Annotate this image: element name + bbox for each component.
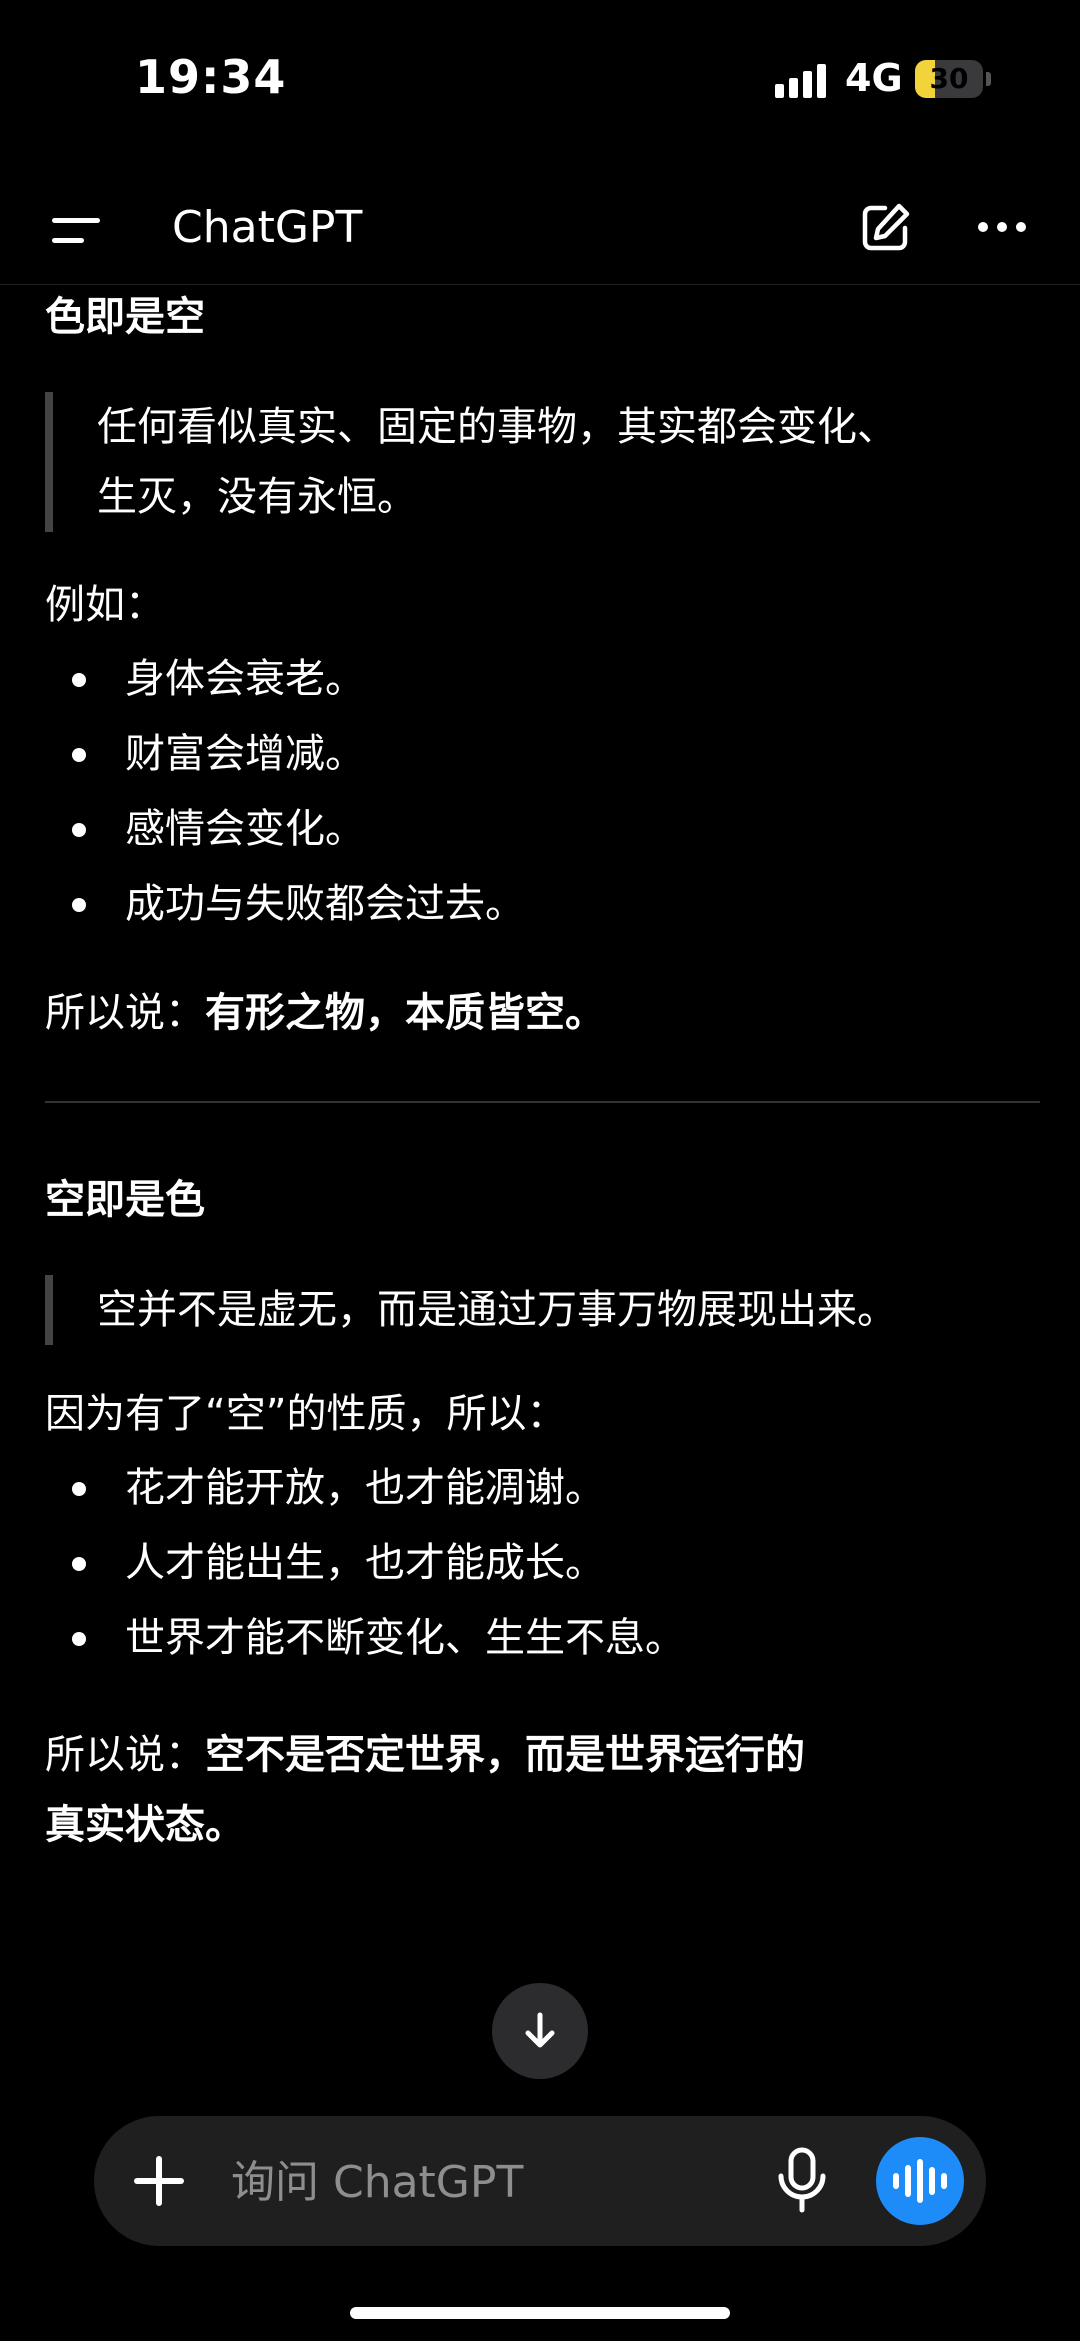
conclusion-bold: 空不是否定世界，而是世界运行的 bbox=[205, 1732, 805, 1778]
divider bbox=[45, 1101, 1040, 1103]
blockquote: 空并不是虚无，而是通过万事万物展现出来。 bbox=[45, 1275, 1040, 1345]
battery-level: 30 bbox=[929, 62, 969, 95]
home-indicator[interactable] bbox=[350, 2307, 730, 2319]
menu-icon[interactable] bbox=[52, 208, 102, 252]
arrow-down-icon bbox=[525, 2012, 555, 2048]
signal-icon bbox=[775, 60, 826, 98]
more-icon[interactable] bbox=[978, 222, 1026, 232]
list-item: 世界才能不断变化、生生不息。 bbox=[45, 1601, 1040, 1676]
list-item: 成功与失败都会过去。 bbox=[45, 867, 1040, 942]
composer-bar bbox=[94, 2116, 986, 2246]
list-item: 人才能出生，也才能成长。 bbox=[45, 1526, 1040, 1601]
conclusion: 所以说：空不是否定世界，而是世界运行的 真实状态。 bbox=[45, 1720, 1040, 1860]
quote-line: 任何看似真实、固定的事物，其实都会变化、 bbox=[97, 404, 897, 450]
assistant-message: 色即是空 任何看似真实、固定的事物，其实都会变化、 生灭，没有永恒。 例如： 身… bbox=[45, 290, 1040, 1860]
paragraph: 例如： bbox=[45, 582, 165, 628]
paragraph: 因为有了“空”的性质，所以： bbox=[45, 1391, 567, 1437]
section-heading: 空即是色 bbox=[45, 1177, 205, 1223]
scroll-down-button[interactable] bbox=[492, 1983, 588, 2079]
battery-nub bbox=[986, 72, 991, 86]
conclusion: 所以说：有形之物，本质皆空。 bbox=[45, 986, 1040, 1040]
blockquote: 任何看似真实、固定的事物，其实都会变化、 生灭，没有永恒。 bbox=[45, 392, 1040, 532]
network-type: 4G bbox=[845, 56, 903, 100]
battery-icon: 30 bbox=[915, 60, 983, 98]
bullet-list: 花才能开放，也才能凋谢。 人才能出生，也才能成长。 世界才能不断变化、生生不息。 bbox=[45, 1451, 1040, 1676]
conclusion-bold: 真实状态。 bbox=[45, 1802, 245, 1848]
edit-icon[interactable] bbox=[855, 198, 915, 258]
bullet-list: 身体会衰老。 财富会增减。 感情会变化。 成功与失败都会过去。 bbox=[45, 642, 1040, 942]
app-title: ChatGPT bbox=[172, 202, 363, 253]
conclusion-bold: 有形之物，本质皆空。 bbox=[205, 990, 605, 1036]
voice-mode-button[interactable] bbox=[876, 2137, 964, 2225]
quote-line: 生灭，没有永恒。 bbox=[97, 474, 417, 520]
section-heading: 色即是空 bbox=[45, 294, 205, 340]
app-header: ChatGPT bbox=[0, 180, 1080, 285]
conclusion-prefix: 所以说： bbox=[45, 990, 205, 1036]
plus-icon[interactable] bbox=[134, 2156, 184, 2206]
list-item: 感情会变化。 bbox=[45, 792, 1040, 867]
status-time: 19:34 bbox=[135, 50, 287, 104]
quote-line: 空并不是虚无，而是通过万事万物展现出来。 bbox=[97, 1287, 897, 1333]
conclusion-prefix: 所以说： bbox=[45, 1732, 205, 1778]
mic-icon[interactable] bbox=[772, 2146, 832, 2216]
list-item: 身体会衰老。 bbox=[45, 642, 1040, 717]
list-item: 花才能开放，也才能凋谢。 bbox=[45, 1451, 1040, 1526]
message-input[interactable] bbox=[229, 2151, 793, 2213]
list-item: 财富会增减。 bbox=[45, 717, 1040, 792]
